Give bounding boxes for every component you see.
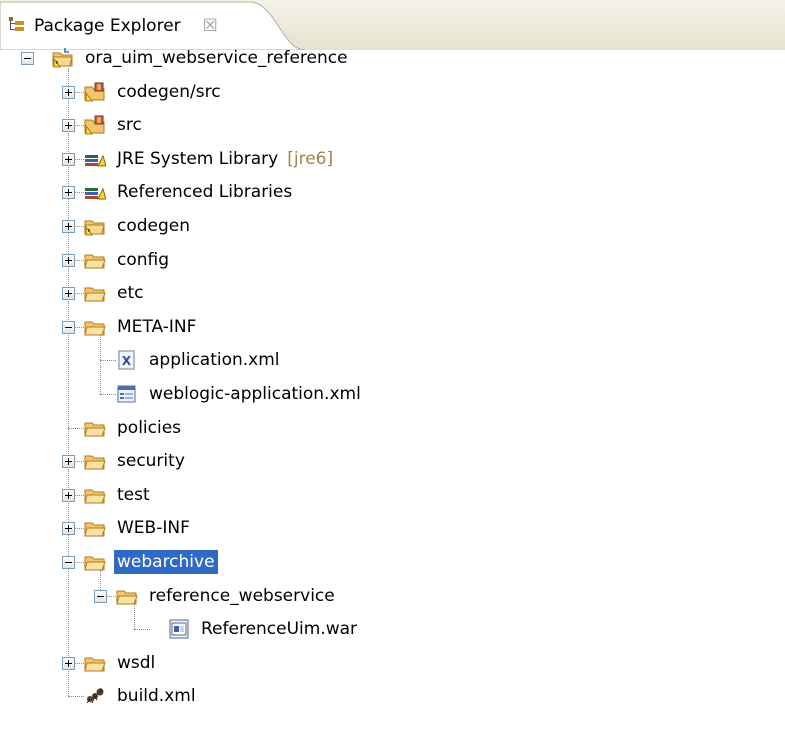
- expand-toggle[interactable]: [62, 287, 75, 301]
- tree-node-label: codegen/src: [117, 81, 221, 102]
- descriptor-file-icon: [116, 383, 138, 405]
- java-project-icon: [52, 47, 74, 69]
- folder-icon: [84, 652, 106, 674]
- source-folder-icon: [84, 81, 106, 103]
- expand-toggle[interactable]: [62, 253, 75, 267]
- tree-node[interactable]: test: [84, 482, 153, 508]
- tree-node[interactable]: Xapplication.xml: [116, 347, 283, 373]
- folder-icon: [84, 551, 106, 573]
- expand-toggle[interactable]: [62, 656, 75, 670]
- folder-icon: [84, 249, 106, 271]
- tree-node-label: META-INF: [117, 316, 197, 337]
- tree-connector-line: [75, 192, 84, 194]
- tree-connector-line: [68, 427, 84, 429]
- tree-node-label: ora_uim_webservice_reference: [85, 48, 348, 68]
- tree-connector-line: [100, 394, 116, 395]
- folder-icon: [116, 585, 138, 607]
- collapse-toggle[interactable]: [21, 52, 34, 65]
- tree-node-label: etc: [117, 283, 144, 304]
- tree-connector-line: [75, 562, 84, 563]
- expand-toggle[interactable]: [62, 522, 75, 536]
- tree-node-label: application.xml: [149, 350, 280, 371]
- tree-node-label: config: [117, 249, 170, 270]
- tree-node[interactable]: codegen/src: [84, 79, 224, 105]
- tree-node-label: ReferenceUim.war: [201, 619, 358, 640]
- xml-file-icon: X: [116, 349, 138, 371]
- tree-connector-line: [107, 595, 116, 597]
- tree-connector-line: [75, 528, 84, 530]
- folder-icon: [84, 484, 106, 506]
- tree-node[interactable]: wsdl: [84, 650, 158, 676]
- war-file-icon: [168, 618, 190, 640]
- tree-node-label: weblogic-application.xml: [149, 384, 361, 404]
- tree-node[interactable]: JRE System Library [jre6]: [84, 146, 333, 172]
- tree-node[interactable]: policies: [84, 415, 184, 441]
- tree-node-label: JRE System Library: [117, 148, 279, 169]
- tree-connector-line: [75, 259, 84, 261]
- tree-node[interactable]: config: [84, 247, 172, 273]
- project-tree: ora_uim_webservice_reference codegen/src s…: [0, 0, 785, 731]
- tree-node-label: reference_webservice: [149, 585, 335, 606]
- tree-node-label: Referenced Libraries: [117, 182, 293, 203]
- expand-toggle[interactable]: [62, 220, 75, 233]
- tree-node[interactable]: etc: [84, 280, 146, 306]
- tree-node-label: src: [117, 115, 142, 136]
- expand-toggle[interactable]: [62, 186, 75, 200]
- tree-node[interactable]: Referenced Libraries: [84, 179, 295, 205]
- tree-node-label: codegen: [117, 216, 191, 236]
- tree-connector-line: [75, 226, 84, 227]
- tree-node-label: webarchive: [114, 550, 218, 574]
- ant-file-icon: [84, 685, 106, 707]
- tree-node-label: wsdl: [117, 652, 156, 673]
- source-folder-icon: [84, 114, 106, 136]
- library-icon: [84, 181, 106, 203]
- tree-guide-line: [100, 334, 101, 394]
- tree-connector-line: [134, 629, 150, 631]
- expand-toggle[interactable]: [62, 488, 75, 502]
- tree-connector-line: [75, 125, 84, 127]
- tree-connector-line: [75, 293, 84, 295]
- tree-connector-line: [75, 91, 84, 93]
- tree-node-label: security: [117, 451, 185, 472]
- expand-toggle[interactable]: [62, 455, 75, 469]
- tree-node[interactable]: codegen: [84, 213, 193, 239]
- tree-node[interactable]: build.xml: [84, 683, 199, 709]
- tree-connector-line: [75, 461, 84, 463]
- folder-icon: [84, 450, 106, 472]
- tree-node[interactable]: weblogic-application.xml: [116, 381, 364, 407]
- warning-folder-icon: [84, 215, 106, 237]
- tree-connector-line: [100, 360, 116, 362]
- library-icon: [84, 148, 106, 170]
- tree-node[interactable]: WEB-INF: [84, 515, 193, 541]
- expand-toggle[interactable]: [62, 119, 75, 133]
- folder-icon: [84, 417, 106, 439]
- folder-icon: [84, 316, 106, 338]
- tree-node[interactable]: webarchive: [84, 549, 218, 575]
- tree-connector-line: [75, 326, 84, 328]
- tree-node-label: WEB-INF: [117, 518, 190, 539]
- folder-icon: [84, 517, 106, 539]
- expand-toggle[interactable]: [62, 152, 75, 166]
- tree-node-label: test: [117, 484, 150, 505]
- tree-node[interactable]: ReferenceUim.war: [168, 616, 360, 642]
- svg-text:X: X: [122, 354, 132, 368]
- tree-root[interactable]: ora_uim_webservice_reference: [52, 45, 351, 71]
- collapse-toggle[interactable]: [62, 556, 75, 569]
- tree-node[interactable]: reference_webservice: [116, 583, 338, 609]
- tree-node[interactable]: src: [84, 112, 145, 138]
- tree-node-decoration: [jre6]: [287, 148, 334, 169]
- tree-node[interactable]: security: [84, 448, 188, 474]
- collapse-toggle[interactable]: [62, 320, 75, 334]
- tree-node[interactable]: META-INF: [84, 314, 199, 340]
- tree-connector-line: [75, 494, 84, 496]
- expand-toggle[interactable]: [62, 85, 75, 99]
- tree-connector-line: [68, 696, 84, 698]
- tree-connector-line: [75, 158, 84, 160]
- folder-icon: [84, 282, 106, 304]
- tree-connector-line: [75, 662, 84, 664]
- collapse-toggle[interactable]: [94, 589, 107, 603]
- tree-node-label: build.xml: [117, 686, 196, 707]
- tree-node-label: policies: [117, 417, 182, 438]
